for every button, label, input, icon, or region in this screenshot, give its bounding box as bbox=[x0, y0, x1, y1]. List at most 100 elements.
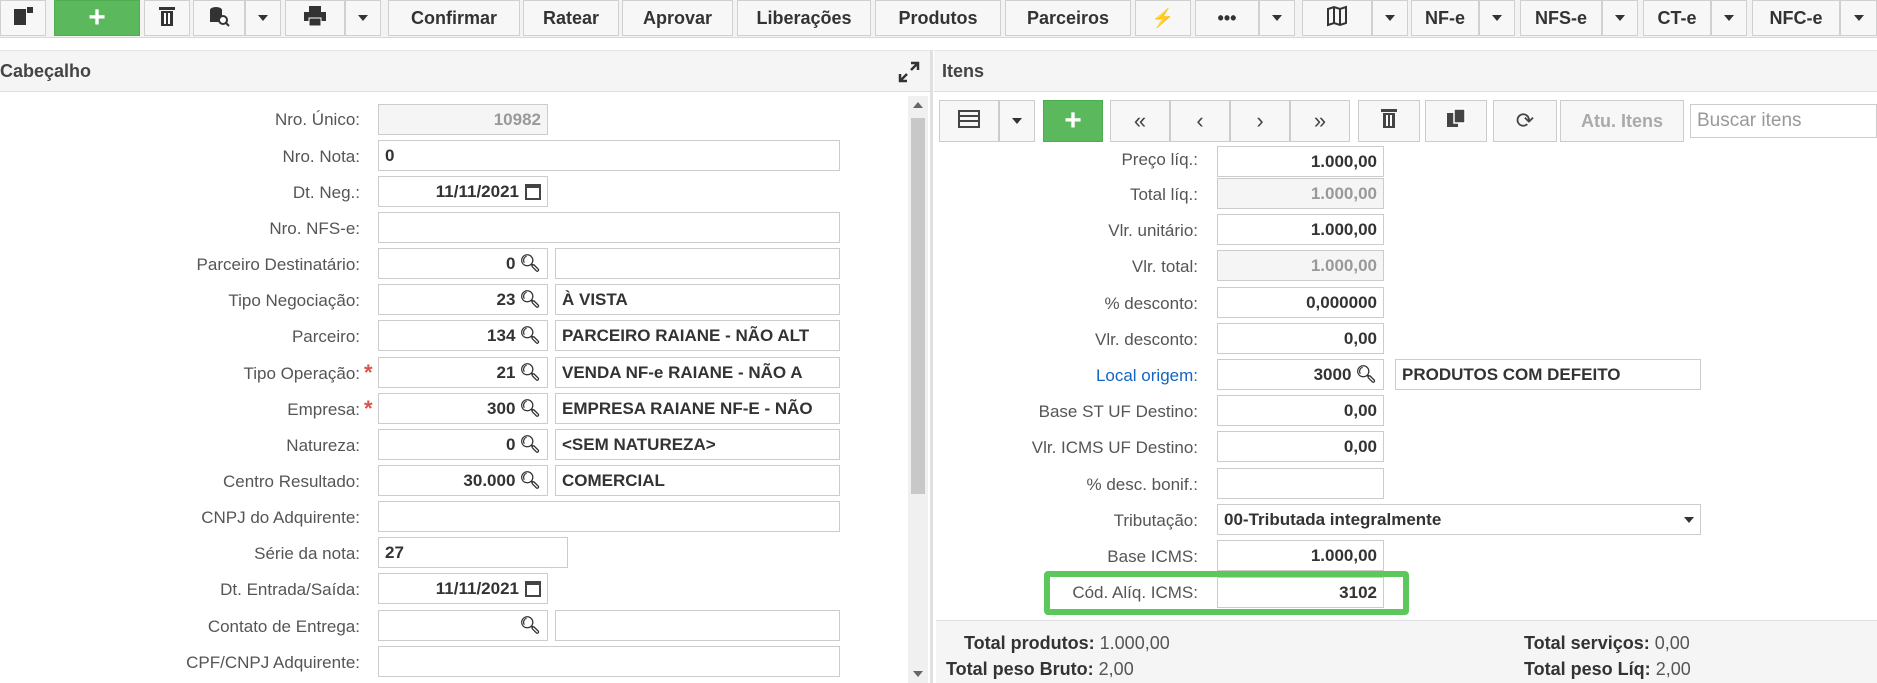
cpf-cnpj-field[interactable] bbox=[378, 646, 840, 677]
nfse-dropdown[interactable] bbox=[1602, 0, 1638, 36]
tributacao-select[interactable]: 00-Tributada integralmente bbox=[1217, 504, 1701, 535]
add-item-button[interactable]: + bbox=[1043, 100, 1103, 142]
more-dropdown[interactable] bbox=[1259, 0, 1295, 36]
flash-button[interactable]: ⚡ bbox=[1135, 0, 1191, 36]
pct-desc-label: % desconto: bbox=[1104, 294, 1198, 313]
local-origem-label[interactable]: Local origem: bbox=[960, 366, 1198, 386]
empresa-code-field[interactable]: 300 🔍︎ bbox=[378, 393, 548, 424]
map-dropdown[interactable] bbox=[1372, 0, 1408, 36]
nfe-button[interactable]: NF-e bbox=[1411, 0, 1479, 36]
search-icon[interactable]: 🔍︎ bbox=[519, 326, 541, 346]
parceiro-dest-code-field[interactable]: 0 🔍︎ bbox=[378, 248, 548, 279]
plus-icon: + bbox=[88, 1, 106, 34]
nfe-dropdown[interactable] bbox=[1479, 0, 1515, 36]
nro-nota-field[interactable]: 0 bbox=[378, 140, 840, 171]
chevron-down-icon bbox=[1385, 15, 1395, 21]
aprovar-button[interactable]: Aprovar bbox=[622, 0, 733, 36]
natureza-code: 0 bbox=[505, 434, 516, 454]
prev-button[interactable]: ‹ bbox=[1170, 100, 1230, 142]
required-marker: * bbox=[364, 360, 373, 385]
map-button[interactable] bbox=[1302, 0, 1372, 36]
local-origem-desc-field: PRODUTOS COM DEFEITO bbox=[1395, 359, 1701, 390]
pct-bonif-field[interactable] bbox=[1217, 468, 1384, 499]
vlr-unit-field[interactable]: 1.000,00 bbox=[1217, 214, 1384, 245]
new-document-button[interactable] bbox=[0, 0, 46, 36]
parceiros-button[interactable]: Parceiros bbox=[1005, 0, 1131, 36]
scroll-up-icon[interactable] bbox=[913, 102, 923, 108]
search-icon[interactable]: 🔍︎ bbox=[519, 616, 541, 636]
base-icms-field[interactable]: 1.000,00 bbox=[1217, 540, 1384, 571]
grid-view-button[interactable] bbox=[939, 100, 999, 142]
money-search-button[interactable] bbox=[193, 0, 245, 36]
print-button[interactable] bbox=[285, 0, 345, 36]
base-st-field[interactable]: 0,00 bbox=[1217, 395, 1384, 426]
produtos-button[interactable]: Produtos bbox=[875, 0, 1001, 36]
parceiro-code-field[interactable]: 134 🔍︎ bbox=[378, 320, 548, 351]
nfce-dropdown[interactable] bbox=[1840, 0, 1877, 36]
grid-view-dropdown[interactable] bbox=[999, 100, 1035, 142]
delete-item-button[interactable] bbox=[1358, 100, 1420, 142]
cnpj-adq-field[interactable] bbox=[378, 501, 840, 532]
search-icon[interactable]: 🔍︎ bbox=[1355, 365, 1377, 385]
vlr-total-label: Vlr. total: bbox=[1131, 257, 1198, 276]
cte-button[interactable]: CT-e bbox=[1643, 0, 1711, 36]
vlr-icms-uf-field[interactable]: 0,00 bbox=[1217, 431, 1384, 462]
dt-entrada-field[interactable]: 11/11/2021 bbox=[378, 573, 548, 604]
expand-icon[interactable] bbox=[898, 61, 920, 88]
add-button[interactable]: + bbox=[54, 0, 140, 36]
next-button[interactable]: › bbox=[1230, 100, 1290, 142]
search-icon[interactable]: 🔍︎ bbox=[519, 471, 541, 491]
total-liq-label: Total líq.: bbox=[1129, 185, 1198, 204]
search-icon[interactable]: 🔍︎ bbox=[519, 254, 541, 274]
scroll-thumb[interactable] bbox=[911, 118, 925, 494]
chevron-down-icon bbox=[1724, 15, 1734, 21]
print-dropdown[interactable] bbox=[345, 0, 381, 36]
money-search-dropdown[interactable] bbox=[245, 0, 281, 36]
tipo-oper-desc-field: VENDA NF-e RAIANE - NÃO A bbox=[555, 357, 840, 388]
ratear-button[interactable]: Ratear bbox=[523, 0, 619, 36]
first-button[interactable]: « bbox=[1110, 100, 1170, 142]
nfse-button[interactable]: NFS-e bbox=[1520, 0, 1602, 36]
serie-field[interactable]: 27 bbox=[378, 537, 568, 568]
pct-desc-field[interactable]: 0,000000 bbox=[1217, 287, 1384, 318]
search-icon[interactable]: 🔍︎ bbox=[519, 290, 541, 310]
scroll-down-icon[interactable] bbox=[913, 671, 923, 677]
natureza-desc-field: <SEM NATUREZA> bbox=[555, 429, 840, 460]
refresh-button[interactable]: ⟳ bbox=[1493, 100, 1557, 142]
vlr-desc-field[interactable]: 0,00 bbox=[1217, 323, 1384, 354]
preco-liq-field[interactable]: 1.000,00 bbox=[1217, 146, 1384, 177]
natureza-code-field[interactable]: 0 🔍︎ bbox=[378, 429, 548, 460]
confirmar-button[interactable]: Confirmar bbox=[388, 0, 520, 36]
cte-dropdown[interactable] bbox=[1711, 0, 1747, 36]
tipo-neg-code-field[interactable]: 23 🔍︎ bbox=[378, 284, 548, 315]
search-icon[interactable]: 🔍︎ bbox=[519, 399, 541, 419]
tributacao-label: Tributação: bbox=[1113, 511, 1198, 530]
nro-nfse-field[interactable] bbox=[378, 212, 840, 243]
atu-itens-button[interactable]: Atu. Itens bbox=[1560, 100, 1684, 142]
contato-code-field[interactable]: 🔍︎ bbox=[378, 610, 548, 641]
liberacoes-button[interactable]: Liberações bbox=[737, 0, 871, 36]
nro-unico-field: 10982 bbox=[378, 104, 548, 135]
double-chevron-left-icon: « bbox=[1133, 108, 1147, 133]
last-button[interactable]: » bbox=[1290, 100, 1350, 142]
printer-icon bbox=[304, 5, 326, 31]
search-icon[interactable]: 🔍︎ bbox=[519, 363, 541, 383]
local-origem-code: 3000 bbox=[1313, 364, 1352, 384]
vlr-icms-uf-label: Vlr. ICMS UF Destino: bbox=[1031, 438, 1198, 457]
delete-button[interactable] bbox=[144, 0, 190, 36]
calendar-icon[interactable] bbox=[525, 183, 541, 200]
centro-res-code-field[interactable]: 30.000 🔍︎ bbox=[378, 465, 548, 496]
more-button[interactable]: ••• bbox=[1195, 0, 1259, 36]
local-origem-code-field[interactable]: 3000 🔍︎ bbox=[1217, 359, 1384, 390]
search-items-input[interactable]: Buscar itens bbox=[1690, 104, 1877, 138]
tipo-oper-code-field[interactable]: 21 🔍︎ bbox=[378, 357, 548, 388]
chevron-down-icon bbox=[1272, 15, 1282, 21]
nfce-button[interactable]: NFC-e bbox=[1752, 0, 1840, 36]
total-produtos: Total produtos: 1.000,00 bbox=[964, 633, 1170, 654]
header-scrollbar[interactable] bbox=[908, 96, 928, 683]
panel-divider[interactable] bbox=[930, 50, 933, 683]
duplicate-item-button[interactable] bbox=[1425, 100, 1487, 142]
calendar-icon[interactable] bbox=[525, 580, 541, 597]
dt-neg-field[interactable]: 11/11/2021 bbox=[378, 176, 548, 207]
search-icon[interactable]: 🔍︎ bbox=[519, 435, 541, 455]
